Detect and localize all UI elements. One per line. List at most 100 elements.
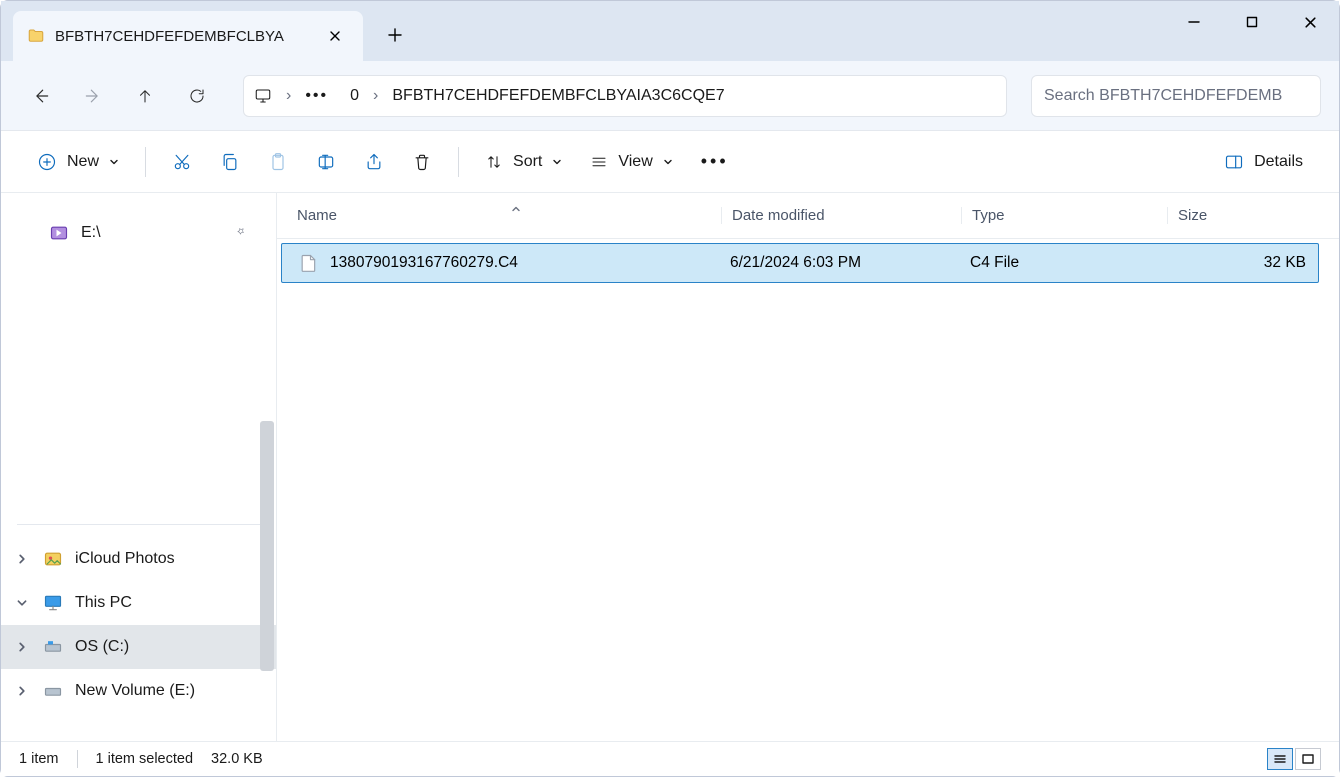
file-size: 32 KB xyxy=(1178,254,1318,272)
sidebar-item-icloud[interactable]: iCloud Photos xyxy=(1,537,276,581)
sidebar-item-new-volume[interactable]: New Volume (E:) xyxy=(1,669,276,713)
view-label: View xyxy=(618,153,652,171)
divider xyxy=(17,524,260,525)
chevron-down-icon xyxy=(109,157,119,167)
chevron-right-icon: › xyxy=(367,87,384,105)
disk-icon xyxy=(43,681,63,701)
refresh-icon xyxy=(188,87,206,105)
toolbar: New Sort View ••• Details xyxy=(1,131,1339,193)
sidebar: E:\ iCloud Photos This PC OS (C:) New Vo… xyxy=(1,193,277,743)
details-view-toggle[interactable] xyxy=(1267,748,1293,770)
arrow-up-icon xyxy=(136,87,154,105)
main-area: E:\ iCloud Photos This PC OS (C:) New Vo… xyxy=(1,193,1339,743)
details-pane-icon xyxy=(1224,152,1244,172)
chevron-right-icon xyxy=(16,685,28,697)
scrollbar-thumb[interactable] xyxy=(260,421,274,671)
more-icon[interactable]: ••• xyxy=(305,87,328,105)
delete-icon xyxy=(412,152,432,172)
share-button[interactable] xyxy=(352,142,396,182)
new-tab-button[interactable] xyxy=(375,15,415,55)
address-bar[interactable]: › ••• 0 › BFBTH7CEHDFEFDEMBFCLBYAIA3C6CQ… xyxy=(243,75,1007,117)
sidebar-item-label: iCloud Photos xyxy=(75,550,175,568)
drive-icon xyxy=(49,223,69,243)
more-button[interactable]: ••• xyxy=(689,142,741,182)
chevron-down-icon xyxy=(663,157,673,167)
disk-icon xyxy=(43,637,63,657)
pin-icon[interactable] xyxy=(234,224,248,243)
rename-icon xyxy=(316,152,336,172)
status-selected: 1 item selected xyxy=(96,751,194,767)
plus-icon xyxy=(388,28,402,42)
sidebar-item-thispc[interactable]: This PC xyxy=(1,581,276,625)
list-icon xyxy=(1273,753,1287,765)
tab-active[interactable]: BFBTH7CEHDFEFDEMBFCLBYA xyxy=(13,11,363,61)
column-size[interactable]: Size xyxy=(1167,207,1339,224)
share-icon xyxy=(364,152,384,172)
breadcrumb-drive[interactable]: 0 xyxy=(350,87,359,105)
file-name: 1380790193167760279.C4 xyxy=(330,254,730,272)
folder-icon xyxy=(27,27,45,45)
details-label: Details xyxy=(1254,153,1303,171)
details-pane-button[interactable]: Details xyxy=(1212,142,1315,182)
pc-icon xyxy=(254,87,272,105)
sort-button[interactable]: Sort xyxy=(473,142,574,182)
status-count: 1 item xyxy=(19,751,59,767)
new-button[interactable]: New xyxy=(25,142,131,182)
sort-indicator-icon xyxy=(511,201,521,218)
divider xyxy=(77,750,78,768)
thumbnail-view-toggle[interactable] xyxy=(1295,748,1321,770)
view-button[interactable]: View xyxy=(578,142,684,182)
close-icon xyxy=(329,30,341,42)
sort-label: Sort xyxy=(513,153,542,171)
minimize-button[interactable] xyxy=(1165,1,1223,43)
cut-button[interactable] xyxy=(160,142,204,182)
column-type[interactable]: Type xyxy=(961,207,1167,224)
titlebar: BFBTH7CEHDFEFDEMBFCLBYA xyxy=(1,1,1339,61)
sidebar-item-label: E:\ xyxy=(81,224,101,242)
file-icon xyxy=(298,253,318,273)
up-button[interactable] xyxy=(123,76,167,116)
rename-button[interactable] xyxy=(304,142,348,182)
new-label: New xyxy=(67,153,99,171)
divider xyxy=(458,147,459,177)
file-row[interactable]: 1380790193167760279.C4 6/21/2024 6:03 PM… xyxy=(281,243,1319,283)
chevron-down-icon xyxy=(552,157,562,167)
copy-icon xyxy=(220,152,240,172)
navbar: › ••• 0 › BFBTH7CEHDFEFDEMBFCLBYAIA3C6CQ… xyxy=(1,61,1339,131)
sort-icon xyxy=(485,153,503,171)
tab-close-button[interactable] xyxy=(321,22,349,50)
refresh-button[interactable] xyxy=(175,76,219,116)
column-name[interactable]: Name xyxy=(297,207,721,224)
close-button[interactable] xyxy=(1281,1,1339,43)
column-headers: Name Date modified Type Size xyxy=(277,193,1339,239)
breadcrumb-folder[interactable]: BFBTH7CEHDFEFDEMBFCLBYAIA3C6CQE7 xyxy=(392,87,724,105)
ellipsis-icon: ••• xyxy=(701,151,729,172)
back-button[interactable] xyxy=(19,76,63,116)
chevron-right-icon: › xyxy=(280,87,297,105)
sidebar-item-os-c[interactable]: OS (C:) xyxy=(1,625,276,669)
file-type: C4 File xyxy=(970,254,1178,272)
forward-button[interactable] xyxy=(71,76,115,116)
maximize-icon xyxy=(1246,16,1258,28)
divider xyxy=(145,147,146,177)
sidebar-item-quick[interactable]: E:\ xyxy=(1,211,276,255)
status-size: 32.0 KB xyxy=(211,751,263,767)
column-date[interactable]: Date modified xyxy=(721,207,961,224)
maximize-button[interactable] xyxy=(1223,1,1281,43)
pc-icon xyxy=(43,593,63,613)
copy-button[interactable] xyxy=(208,142,252,182)
paste-icon xyxy=(268,152,288,172)
file-area: Name Date modified Type Size 13807901931… xyxy=(277,193,1339,743)
minimize-icon xyxy=(1188,16,1200,28)
search-input[interactable]: Search BFBTH7CEHDFEFDEMB xyxy=(1031,75,1321,117)
statusbar: 1 item 1 item selected 32.0 KB xyxy=(1,741,1339,776)
sidebar-item-label: New Volume (E:) xyxy=(75,682,195,700)
paste-button[interactable] xyxy=(256,142,300,182)
delete-button[interactable] xyxy=(400,142,444,182)
new-icon xyxy=(37,152,57,172)
arrow-right-icon xyxy=(83,86,103,106)
sidebar-item-label: This PC xyxy=(75,594,132,612)
close-icon xyxy=(1304,16,1317,29)
arrow-left-icon xyxy=(31,86,51,106)
chevron-right-icon xyxy=(16,641,28,653)
